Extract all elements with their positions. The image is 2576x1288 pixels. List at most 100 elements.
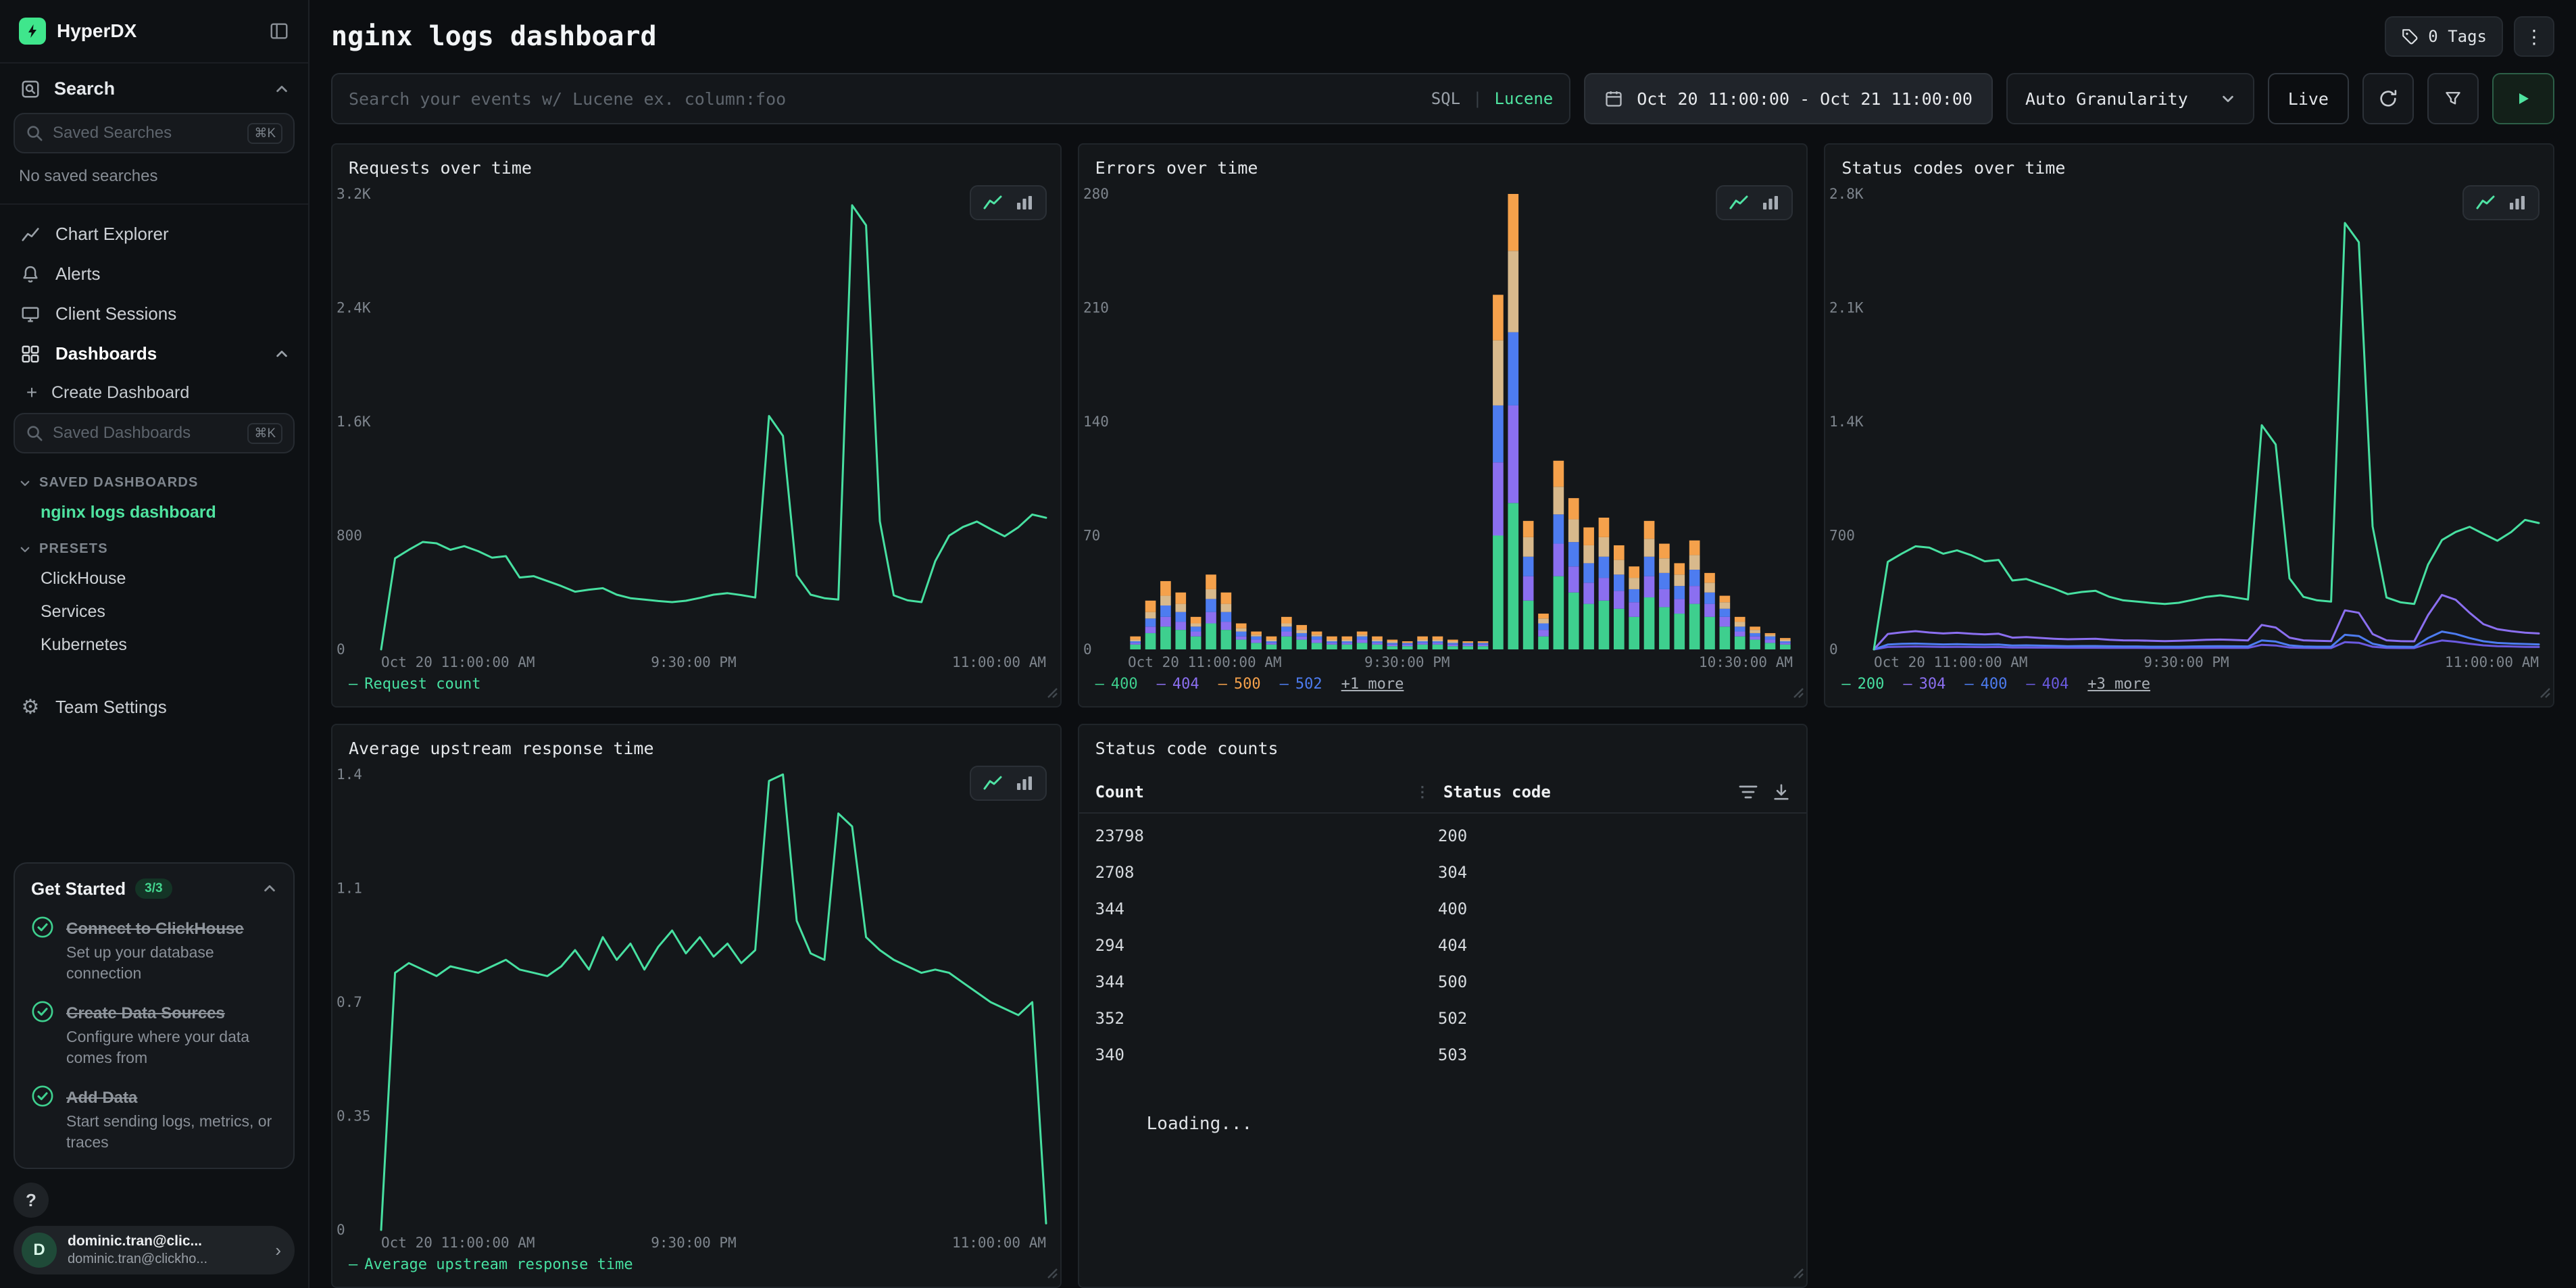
lucene-toggle[interactable]: Lucene [1495,89,1554,108]
axis-label: 0.35 [337,1108,371,1124]
resize-handle[interactable] [1045,678,1058,703]
bar-chart-icon[interactable] [1762,195,1779,211]
get-started-item-desc: Configure where your data comes from [66,1026,277,1068]
help-button[interactable]: ? [14,1183,49,1218]
count-cell: 344 [1095,972,1438,991]
sidebar-item-kubernetes[interactable]: Kubernetes [0,628,308,662]
requests-chart[interactable]: 08001.6K2.4K3.2KOct 20 11:00:00 AM9:30:0… [332,180,1060,672]
saved-dashboards-input[interactable] [53,424,238,443]
resize-handle[interactable] [1045,1259,1058,1284]
resize-handle[interactable] [1791,1259,1804,1284]
sidebar-item-client-sessions[interactable]: Client Sessions [0,294,308,334]
saved-searches-search[interactable]: ⌘K [14,113,295,153]
sidebar-item-alerts[interactable]: Alerts [0,254,308,294]
chevron-up-icon [274,82,289,97]
bar-chart-icon[interactable] [1016,775,1033,791]
nav-label: Dashboards [55,343,157,364]
legend-more-link[interactable]: +3 more [2087,676,2150,693]
chart-type-toggle[interactable] [970,766,1047,801]
search-section-label: Search [54,78,115,99]
refresh-button[interactable] [2362,73,2414,124]
chevron-down-icon [19,543,31,555]
run-query-button[interactable] [2492,73,2554,124]
errors-chart[interactable]: 070140210280Oct 20 11:00:00 AM9:30:00 PM… [1079,180,1807,672]
granularity-value: Auto Granularity [2025,89,2188,109]
panel-status-code-counts: Status code counts Count ⋮ Status code 2… [1078,724,1808,1288]
get-started-item[interactable]: Connect to ClickHouse Set up your databa… [31,914,277,984]
download-icon[interactable] [1773,783,1790,801]
more-options-button[interactable]: ⋮ [2514,16,2554,57]
check-circle-icon [31,1000,54,1023]
get-started-item[interactable]: Add Data Start sending logs, metrics, or… [31,1083,277,1153]
legend-more-link[interactable]: +1 more [1341,676,1404,693]
event-search-box[interactable]: SQL | Lucene [331,73,1570,124]
sidebar-item-dashboards[interactable]: Dashboards [0,334,308,374]
axis-label: 1.4K [1829,414,1864,430]
axis-label: 0 [1829,641,1838,658]
resize-handle[interactable] [2538,678,2550,703]
chart-type-toggle[interactable] [2462,185,2540,220]
count-cell: 344 [1095,899,1438,918]
presets-group[interactable]: PRESETS [0,529,308,562]
sidebar-item-nginx-logs-dashboard[interactable]: nginx logs dashboard [0,496,308,529]
hyperdx-logo-icon [19,18,46,45]
sidebar-item-services[interactable]: Services [0,595,308,628]
panel-title: Errors over time [1079,145,1807,180]
sidebar-item-team-settings[interactable]: ⚙ Team Settings [0,683,308,731]
column-header-count[interactable]: Count [1095,783,1415,801]
header-actions: 0 Tags ⋮ [2385,16,2554,57]
status-code-cell: 500 [1438,972,1467,991]
panel-title: Status codes over time [1825,145,2553,180]
date-range-value: Oct 20 11:00:00 - Oct 21 11:00:00 [1637,89,1973,109]
status-code-cell: 400 [1438,899,1467,918]
collapse-sidebar-icon[interactable] [269,21,289,41]
sidebar-item-clickhouse[interactable]: ClickHouse [0,562,308,595]
status-codes-chart[interactable]: 07001.4K2.1K2.8KOct 20 11:00:00 AM9:30:0… [1825,180,2553,672]
saved-dashboards-search[interactable]: ⌘K [14,413,295,453]
filter-rows-icon[interactable] [1739,784,1758,800]
user-menu[interactable]: D dominic.tran@clic... dominic.tran@clic… [14,1226,295,1274]
column-header-status-code[interactable]: Status code [1443,783,1739,801]
chart-type-toggle[interactable] [1716,185,1793,220]
status-code-cell: 503 [1438,1045,1467,1064]
avg-upstream-chart[interactable]: 00.350.71.11.4Oct 20 11:00:00 AM9:30:00 … [332,761,1060,1252]
live-button[interactable]: Live [2268,73,2349,124]
sidebar-spacer [0,731,308,851]
chart-svg: 00.350.71.11.4Oct 20 11:00:00 AM9:30:00 … [332,761,1060,1253]
get-started-header[interactable]: Get Started 3/3 [31,878,277,899]
filter-button[interactable] [2427,73,2479,124]
event-search-input[interactable] [349,89,1418,109]
line-chart-icon[interactable] [2476,195,2495,211]
granularity-select[interactable]: Auto Granularity [2006,73,2254,124]
chart-legend: —Request count [332,672,1060,706]
legend-item: —304 [1903,676,1946,693]
empty-grid-cell [1824,724,2554,1288]
get-started-item[interactable]: Create Data Sources Configure where your… [31,999,277,1068]
column-drag-handle[interactable]: ⋮ [1415,784,1430,801]
line-chart-icon[interactable] [1729,195,1748,211]
line-chart-icon[interactable] [983,775,1002,791]
monitor-icon [19,304,42,324]
chart-svg: 070140210280Oct 20 11:00:00 AM9:30:00 PM… [1079,180,1806,672]
axis-label: 210 [1083,300,1109,316]
bar-chart-icon[interactable] [1016,195,1033,211]
create-dashboard-button[interactable]: + Create Dashboard [0,374,308,412]
toggle-separator: | [1472,89,1482,108]
saved-dashboards-group[interactable]: SAVED DASHBOARDS [0,463,308,496]
table-row: 2708304 [1079,854,1807,891]
tags-button[interactable]: 0 Tags [2385,16,2503,57]
panel-title: Requests over time [332,145,1060,180]
line-chart-icon[interactable] [983,195,1002,211]
resize-handle[interactable] [1791,678,1804,703]
sidebar-item-chart-explorer[interactable]: Chart Explorer [0,214,308,254]
saved-searches-input[interactable] [53,124,238,143]
get-started-item-title: Add Data [66,1089,137,1107]
chart-type-toggle[interactable] [970,185,1047,220]
sql-toggle[interactable]: SQL [1431,89,1460,108]
search-icon [26,424,43,442]
bar-chart-icon[interactable] [2508,195,2526,211]
table-row: 352502 [1079,1000,1807,1037]
axis-label: 0 [1083,641,1092,658]
date-range-picker[interactable]: Oct 20 11:00:00 - Oct 21 11:00:00 [1584,73,1993,124]
search-section-header[interactable]: Search [0,62,308,112]
